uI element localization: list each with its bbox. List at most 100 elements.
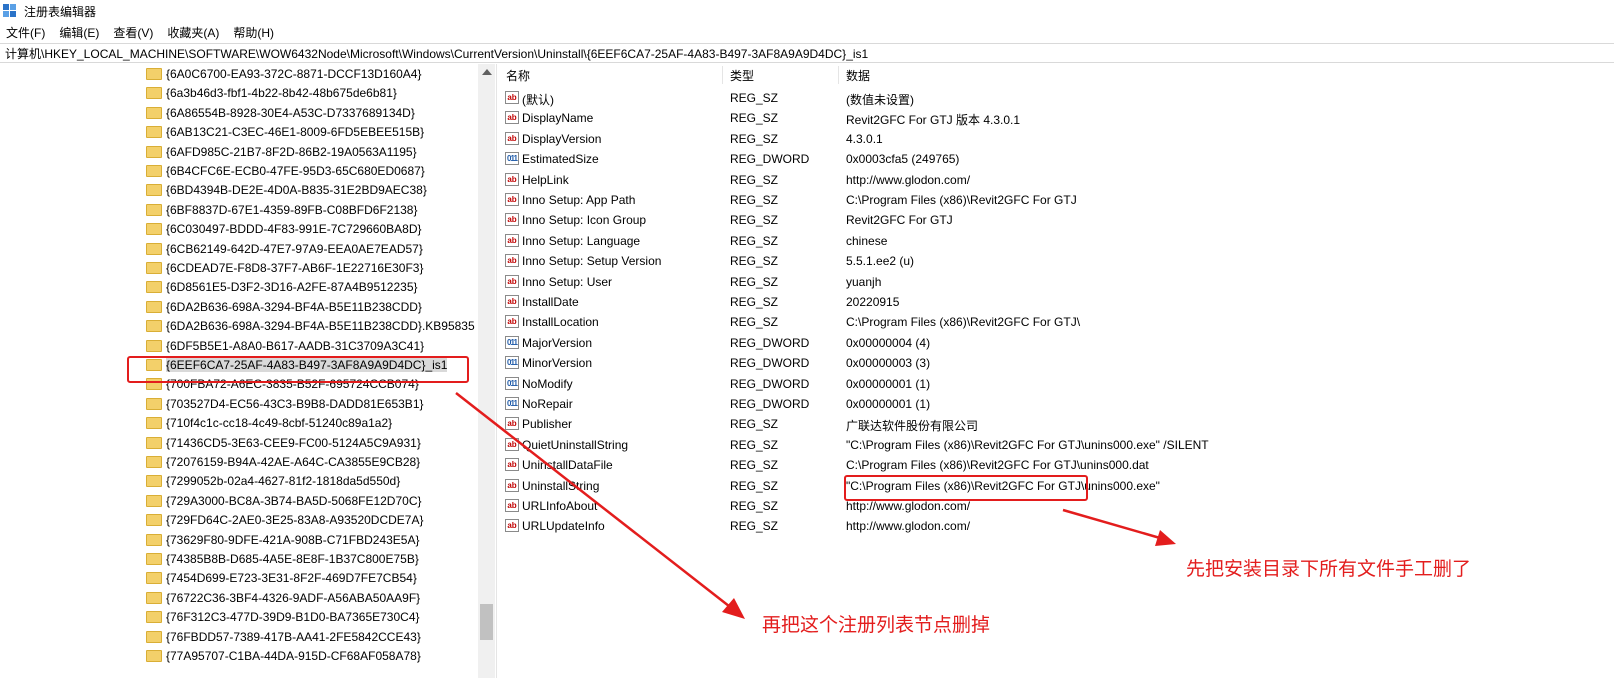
tree-item[interactable]: {6DA2B636-698A-3294-BF4A-B5E11B238CDD} [0, 297, 470, 317]
column-divider[interactable] [838, 66, 839, 84]
tree-item-label: {6AFD985C-21B7-8F2D-86B2-19A0563A1195} [166, 144, 417, 159]
value-name: URLUpdateInfo [522, 519, 605, 534]
value-row[interactable]: ab DisplayName REG_SZ Revit2GFC For GTJ 版本 … [500, 108, 1614, 128]
tree-item[interactable]: {6B4CFC6E-ECB0-47FE-95D3-65C680ED0687} [0, 161, 470, 181]
value-data: http://www.glodon.com/ [846, 499, 971, 513]
tree-item-label: {6CDEAD7E-F8D8-37F7-AB6F-1E22716E30F3} [166, 261, 424, 275]
tree-item[interactable]: {76722C36-3BF4-4326-9ADF-A56ABA50AA9F} [0, 588, 470, 608]
folder-icon [146, 397, 162, 410]
menu-favorites[interactable]: 收藏夹(A) [161, 24, 225, 41]
scroll-thumb[interactable] [480, 604, 493, 640]
value-name: DisplayVersion [522, 131, 602, 146]
tree-item[interactable]: {77A95707-C1BA-44DA-915D-CF68AF058A78} [0, 646, 470, 666]
string-value-icon: ab [505, 131, 519, 145]
folder-icon [146, 456, 162, 468]
tree-item-label: {729A3000-BC8A-3B74-BA5D-5068FE12D70C} [166, 493, 422, 508]
column-header-data[interactable]: 数据 [846, 64, 870, 86]
value-type: REG_DWORD [730, 376, 810, 391]
value-row[interactable]: ab Inno Setup: App Path REG_SZ C:\Program F… [500, 190, 1614, 210]
tree-item[interactable]: {6BD4394B-DE2E-4D0A-B835-31E2BD9AEC38} [0, 180, 470, 200]
tree-item[interactable]: {6AB13C21-C3EC-46E1-8009-6FD5EBEE515B} [0, 122, 470, 142]
value-row[interactable]: ab Inno Setup: User REG_SZ yuanjh [500, 272, 1614, 292]
tree-item[interactable]: {710f4c1c-cc18-4c49-8cbf-51240c89a1a2} [0, 413, 470, 433]
tree-item[interactable]: {73629F80-9DFE-421A-908B-C71FBD243E5A} [0, 530, 470, 550]
tree-item[interactable]: {729FD64C-2AE0-3E25-83A8-A93520DCDE7A} [0, 510, 470, 530]
tree-item-label: {6DA2B636-698A-3294-BF4A-B5E11B238CDD} [166, 299, 422, 314]
tree-item[interactable]: {74385B8B-D685-4A5E-8E8F-1B37C800E75B} [0, 549, 470, 569]
string-value-icon: ab [505, 91, 519, 104]
tree-item[interactable]: {6CDEAD7E-F8D8-37F7-AB6F-1E22716E30F3} [0, 258, 470, 278]
value-row[interactable]: ab (默认) REG_SZ (数值未设置) [500, 88, 1614, 108]
value-data: 0x0003cfa5 (249765) [846, 152, 960, 167]
tree-item[interactable]: {6DA2B636-698A-3294-BF4A-B5E11B238CDD}.K… [0, 316, 475, 336]
value-row[interactable]: ab Inno Setup: Icon Group REG_SZ Revit2GFC … [500, 210, 1614, 230]
value-name: InstallDate [522, 295, 579, 309]
tree-item[interactable]: {6D8561E5-D3F2-3D16-A2FE-87A4B9512235} [0, 277, 470, 297]
menu-view[interactable]: 查看(V) [107, 24, 159, 41]
menu-edit[interactable]: 编辑(E) [53, 24, 105, 41]
tree-item[interactable]: {7299052b-02a4-4627-81f2-1818da5d550d} [0, 471, 470, 491]
value-name: NoRepair [522, 397, 573, 411]
values-pane: 名称 类型 数据 ab (默认) REG_SZ (数值未设置) ab DisplayNam… [500, 64, 1614, 678]
value-row[interactable]: ab QuietUninstallString REG_SZ "C:\Program … [500, 435, 1614, 455]
tree-item-label: {6A0C6700-EA93-372C-8871-DCCF13D160A4} [166, 67, 422, 81]
value-row[interactable]: ab Publisher REG_SZ 广联达软件股份有限公司 [500, 414, 1614, 434]
tree-item[interactable]: {729A3000-BC8A-3B74-BA5D-5068FE12D70C} [0, 491, 470, 511]
tree-item[interactable]: {72076159-B94A-42AE-A64C-CA3855E9CB28} [0, 452, 470, 472]
tree-item[interactable]: {7454D699-E723-3E31-8F2F-469D7FE7CB54} [0, 568, 470, 588]
menu-file[interactable]: 文件(F) [0, 24, 51, 41]
value-row[interactable]: ab Inno Setup: Setup Version REG_SZ 5.5.1.e… [500, 251, 1614, 271]
value-type: REG_DWORD [730, 335, 810, 350]
value-type: REG_SZ [730, 478, 779, 493]
tree-item[interactable]: {703527D4-EC56-43C3-B9B8-DADD81E653B1} [0, 394, 470, 414]
value-type: REG_DWORD [730, 152, 810, 167]
string-value-icon: ab [505, 172, 519, 186]
value-data: 0x00000001 (1) [846, 397, 931, 411]
tree-item[interactable]: {6A86554B-8928-30E4-A53C-D7337689134D} [0, 103, 470, 123]
tree-item[interactable]: {76FBDD57-7389-417B-AA41-2FE5842CCE43} [0, 627, 470, 647]
value-row[interactable]: ab InstallDate REG_SZ 20220915 [500, 292, 1614, 312]
tree-item-label: {6DA2B636-698A-3294-BF4A-B5E11B238CDD}.K… [166, 319, 475, 334]
column-header-name[interactable]: 名称 [506, 64, 530, 86]
tree-item[interactable]: {6A0C6700-EA93-372C-8871-DCCF13D160A4} [0, 64, 470, 84]
value-row[interactable]: ab HelpLink REG_SZ http://www.glodon.com/ [500, 170, 1614, 190]
regedit-app-icon [3, 4, 17, 18]
tree-item-label: {71436CD5-3E63-CEE9-FC00-5124A5C9A931} [166, 435, 421, 450]
value-row[interactable]: ab DisplayVersion REG_SZ 4.3.0.1 [500, 129, 1614, 149]
string-value-icon: ab [505, 499, 519, 512]
tree-item[interactable]: {71436CD5-3E63-CEE9-FC00-5124A5C9A931} [0, 433, 470, 453]
value-row[interactable]: 011 MinorVersion REG_DWORD 0x00000003 (3) [500, 353, 1614, 373]
tree-item[interactable]: {6DF5B5E1-A8A0-B617-AADB-31C3709A3C41} [0, 336, 470, 356]
value-data: 4.3.0.1 [846, 131, 883, 146]
address-bar[interactable]: 计算机\HKEY_LOCAL_MACHINE\SOFTWARE\WOW6432N… [0, 43, 1614, 63]
column-divider[interactable] [722, 66, 723, 84]
string-value-icon: ab [505, 111, 519, 125]
tree-item[interactable]: {76F312C3-477D-39D9-B1D0-BA7365E730C4} [0, 607, 470, 627]
menu-help[interactable]: 帮助(H) [227, 24, 280, 41]
value-row[interactable]: 011 EstimatedSize REG_DWORD 0x0003cfa5 (249… [500, 149, 1614, 169]
scroll-up-arrow-icon[interactable] [482, 69, 492, 75]
tree-item-label: {74385B8B-D685-4A5E-8E8F-1B37C800E75B} [166, 552, 419, 566]
tree-item[interactable]: {6a3b46d3-fbf1-4b22-8b42-48b675de6b81} [0, 83, 470, 103]
tree-item-label: {7299052b-02a4-4627-81f2-1818da5d550d} [166, 474, 401, 489]
value-row[interactable]: 011 NoRepair REG_DWORD 0x00000001 (1) [500, 394, 1614, 414]
tree-item[interactable]: {6AFD985C-21B7-8F2D-86B2-19A0563A1195} [0, 142, 470, 162]
value-row[interactable]: ab InstallLocation REG_SZ C:\Program Files … [500, 312, 1614, 332]
folder-icon [146, 339, 162, 352]
column-header-type[interactable]: 类型 [730, 64, 754, 86]
value-row[interactable]: ab URLUpdateInfo REG_SZ http://www.glodon.c… [500, 516, 1614, 536]
value-row[interactable]: ab Inno Setup: Language REG_SZ chinese [500, 231, 1614, 251]
value-data: 20220915 [846, 295, 900, 309]
tree-item[interactable]: {6C030497-BDDD-4F83-991E-7C729660BA8D} [0, 219, 470, 239]
value-data: 5.5.1.ee2 (u) [846, 254, 915, 269]
tree-scrollbar[interactable] [478, 64, 495, 678]
tree-item[interactable]: {6BF8837D-67E1-4359-89FB-C08BFD6F2138} [0, 200, 470, 220]
tree-item-label: {729FD64C-2AE0-3E25-83A8-A93520DCDE7A} [166, 513, 424, 528]
tree-item[interactable]: {6CB62149-642D-47E7-97A9-EEA0AE7EAD57} [0, 239, 470, 259]
folder-icon [146, 165, 162, 177]
value-row[interactable]: 011 MajorVersion REG_DWORD 0x00000004 (4) [500, 333, 1614, 353]
value-row[interactable]: ab UninstallDataFile REG_SZ C:\Program File… [500, 455, 1614, 475]
value-row[interactable]: 011 NoModify REG_DWORD 0x00000001 (1) [500, 374, 1614, 394]
value-data: http://www.glodon.com/ [846, 519, 971, 534]
string-value-icon: ab [505, 193, 519, 206]
